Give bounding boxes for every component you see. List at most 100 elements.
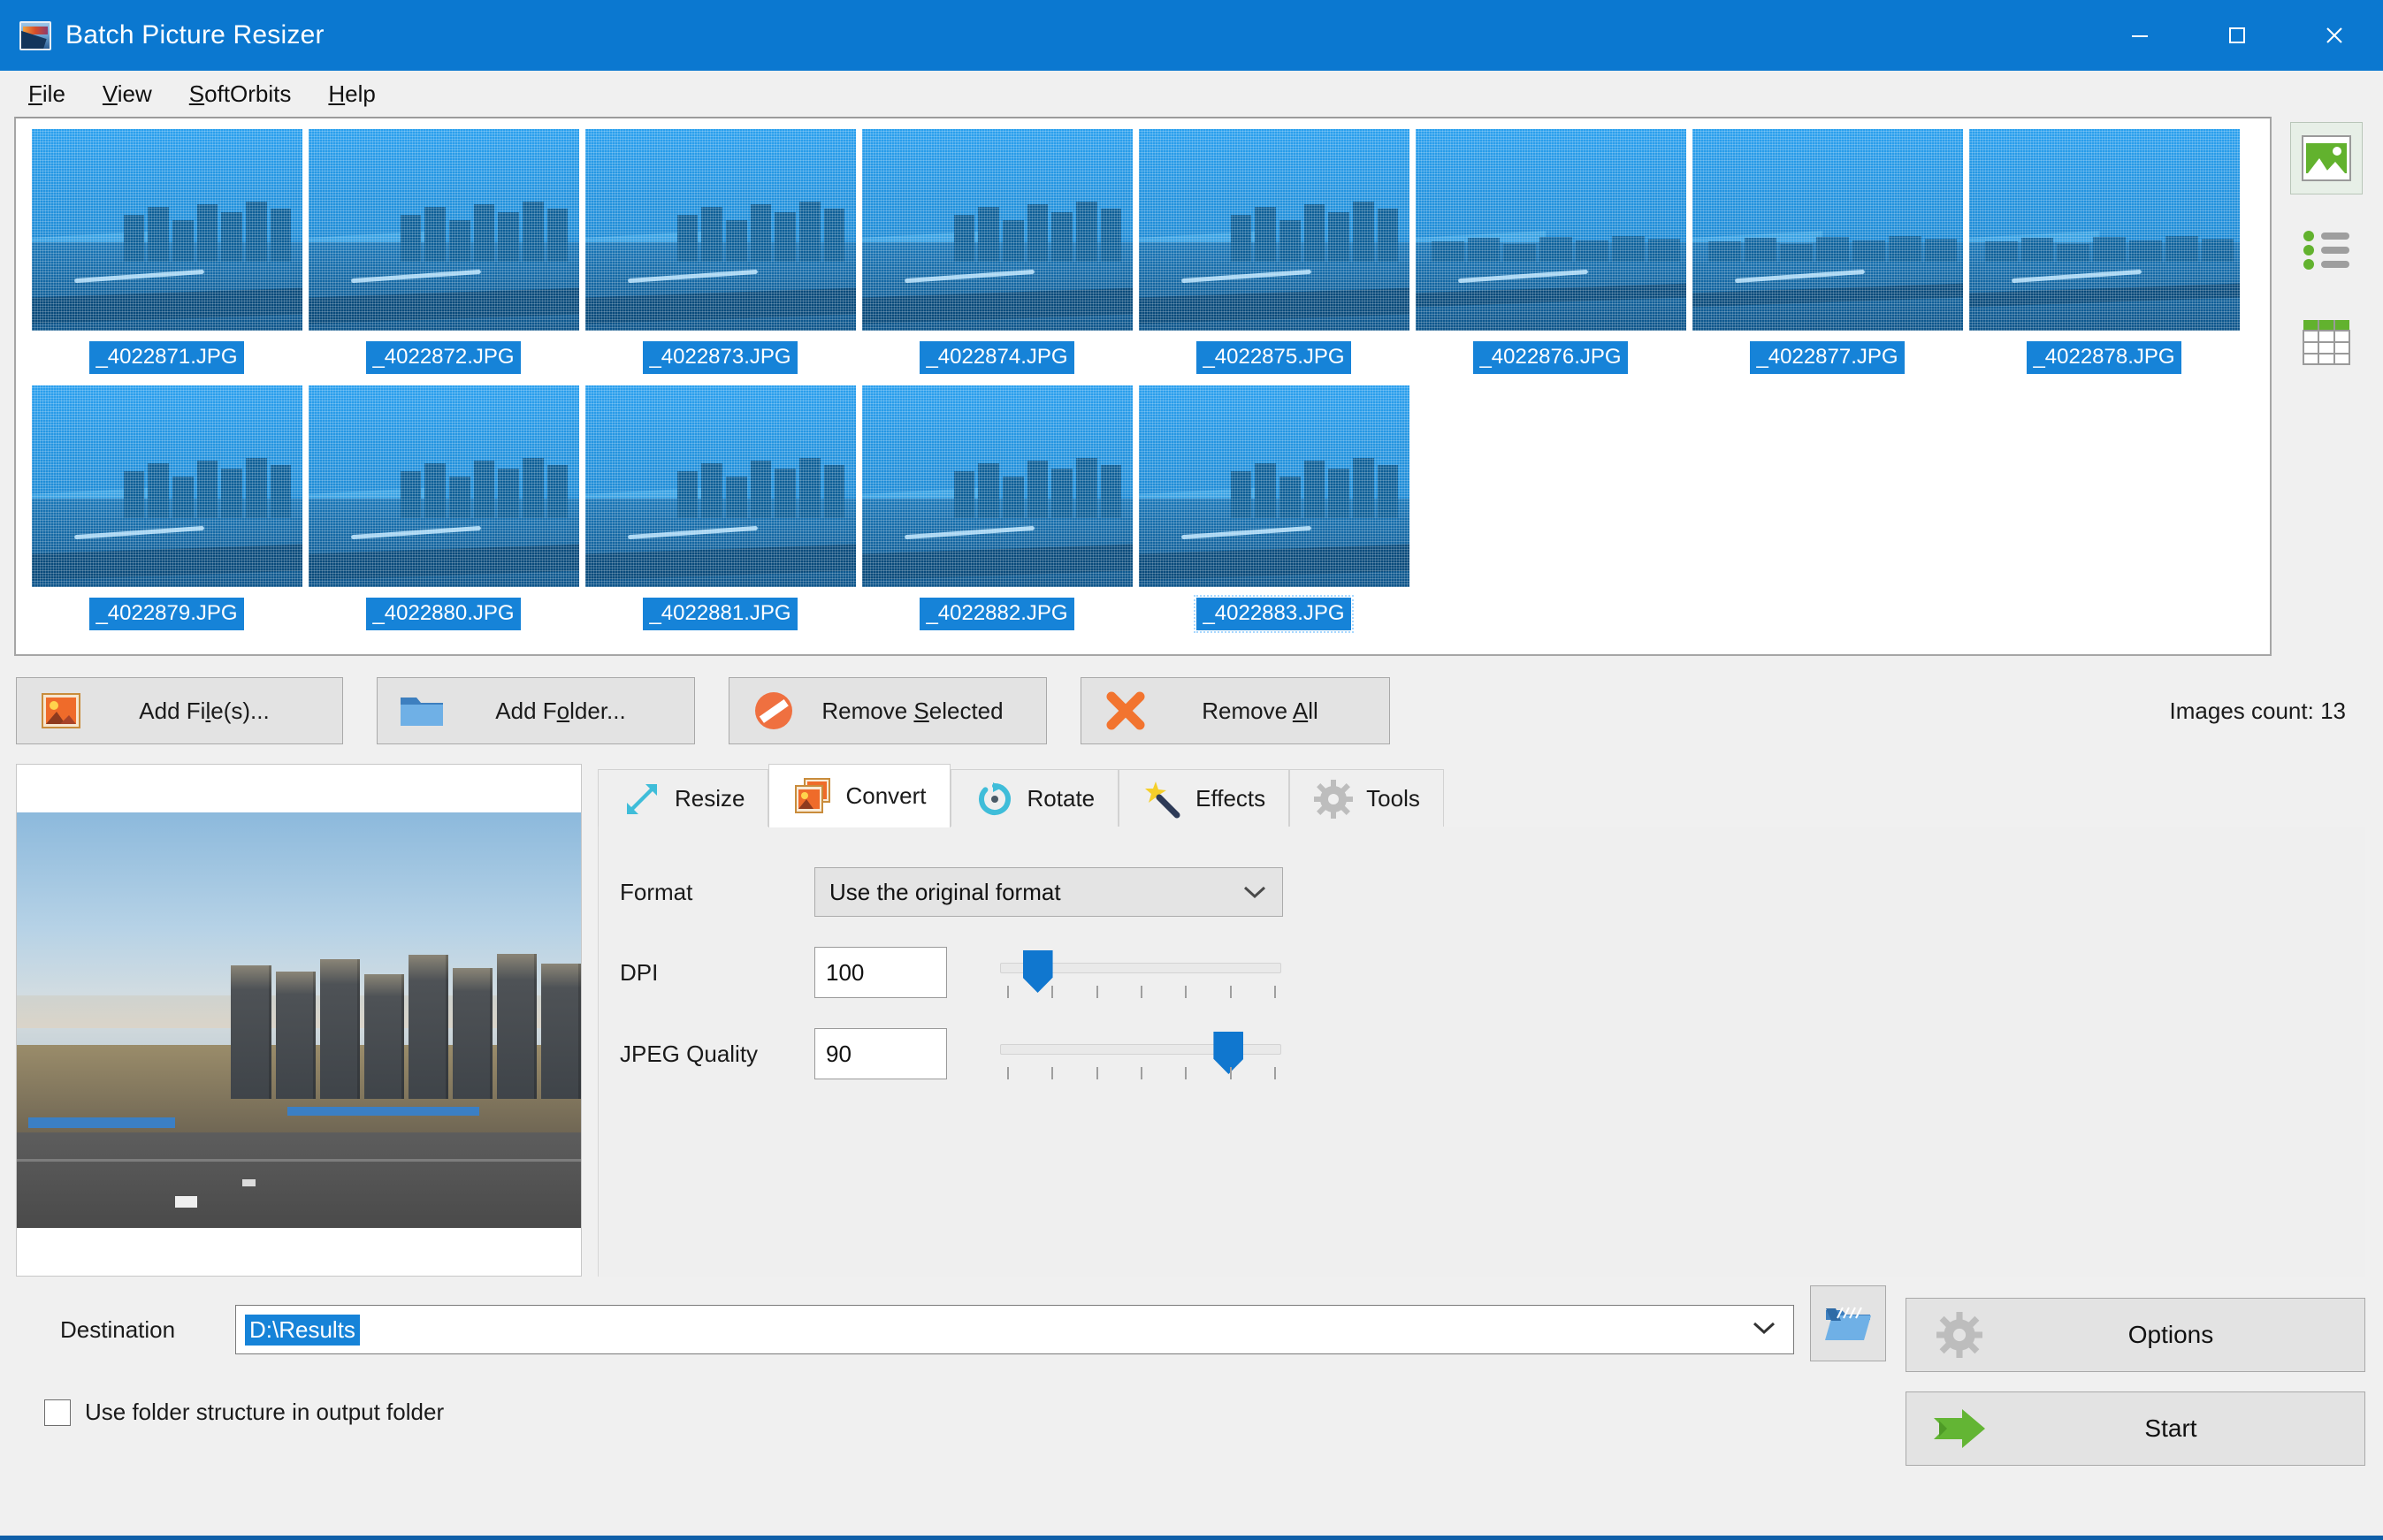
chevron-down-icon[interactable] [1751,1320,1784,1340]
thumbnail-image[interactable] [584,385,856,587]
tab-rotate[interactable]: Rotate [950,769,1119,827]
gear-icon [1313,779,1354,820]
bottom-bar: Destination D:\Results Use folder struct… [0,1277,2383,1466]
tab-effects[interactable]: Effects [1119,769,1290,827]
options-button[interactable]: Options [1906,1298,2365,1372]
format-row: Format Use the original format [620,867,2365,917]
thumbnail-image[interactable] [861,129,1133,331]
rotate-circle-icon [974,779,1015,820]
browse-folder-button[interactable] [1810,1285,1886,1361]
thumbnail-filename: _4022882.JPG [920,598,1074,630]
thumbnail-item[interactable]: _4022882.JPG [859,384,1135,640]
thumbnail-item[interactable]: _4022871.JPG [28,127,305,384]
format-value: Use the original format [829,878,1061,905]
thumbnail-item[interactable]: _4022883.JPG [1135,384,1412,640]
destination-value: D:\Results [245,1314,360,1346]
thumbnail-grid: _4022871.JPG _4022872.JPG _4022873.JPG _402… [28,127,2270,640]
tab-strip: Resize Convert Rotate Effects Tools [598,764,2365,827]
thumbnail-item[interactable]: _4022881.JPG [582,384,859,640]
thumbnail-item[interactable]: _4022877.JPG [1689,127,1966,384]
thumbnail-item[interactable]: _4022876.JPG [1412,127,1689,384]
thumbnail-filename: _4022872.JPG [366,341,521,374]
dpi-label: DPI [620,958,659,986]
menu-item-file[interactable]: File [12,75,81,113]
thumbnail-image[interactable] [308,385,579,587]
thumbnail-image[interactable] [31,129,302,331]
folder-icon [397,692,447,729]
close-icon[interactable] [2286,0,2383,71]
tab-tools[interactable]: Tools [1289,769,1444,827]
file-actions-row: Add File(s)... Add Folder... Remove Sele… [0,656,2383,744]
thumbnail-item[interactable]: _4022874.JPG [859,127,1135,384]
list-view-icon[interactable] [2290,214,2363,286]
window-body: _4022871.JPG _4022872.JPG _4022873.JPG _402… [0,117,2383,1536]
jpeg-quality-input[interactable]: 90 [814,1028,947,1079]
thumbnail-image[interactable] [308,129,579,331]
remove-selected-button[interactable]: Remove Selected [729,677,1047,744]
open-folder-icon [1825,1307,1871,1340]
tab-tools-label: Tools [1366,785,1420,812]
menu-item-view[interactable]: View [87,75,168,113]
remove-all-label: Remove All [1202,697,1318,724]
thumbnail-image[interactable] [1692,129,1963,331]
jpeg-quality-slider[interactable] [1000,1028,1281,1079]
jpeg-quality-value: 90 [826,1040,852,1067]
file-list-panel[interactable]: _4022871.JPG _4022872.JPG _4022873.JPG _402… [14,117,2272,656]
jpeg-slider-ticks [1000,1067,1281,1079]
folder-structure-row[interactable]: Use folder structure in output folder [16,1361,1886,1426]
thumbnail-item[interactable]: _4022873.JPG [582,127,859,384]
thumbnail-filename: _4022880.JPG [366,598,521,630]
tab-rotate-label: Rotate [1027,785,1096,812]
remove-all-button[interactable]: Remove All [1081,677,1390,744]
dpi-slider-ticks [1000,986,1281,998]
thumbnail-image[interactable] [31,385,302,587]
menu-item-help[interactable]: Help [312,75,391,113]
menu-item-softorbits[interactable]: SoftOrbits [173,75,308,113]
thumbnail-item[interactable]: _4022879.JPG [28,384,305,640]
thumbnail-item[interactable]: _4022872.JPG [305,127,582,384]
picture-icon [36,692,86,729]
bottom-left-group: Destination D:\Results Use folder struct… [16,1285,1886,1426]
thumbnail-image[interactable] [1968,129,2240,331]
add-folder-button[interactable]: Add Folder... [377,677,695,744]
format-label: Format [620,878,693,905]
tab-effects-label: Effects [1195,785,1266,812]
dpi-row: DPI 100 [620,947,2365,998]
folder-structure-checkbox[interactable] [44,1399,71,1426]
minimize-icon[interactable] [2091,0,2188,71]
tab-convert[interactable]: Convert [768,764,951,827]
jpeg-quality-row: JPEG Quality 90 [620,1028,2365,1079]
tab-resize[interactable]: Resize [598,769,769,827]
destination-combo[interactable]: D:\Results [235,1305,1794,1354]
thumbnail-filename: _4022881.JPG [643,598,798,630]
thumbnail-image[interactable] [861,385,1133,587]
window-controls [2091,0,2383,71]
menu-bar: File View SoftOrbits Help [0,71,2383,117]
thumbnail-filename: _4022876.JPG [1473,341,1628,374]
jpeg-quality-label: JPEG Quality [620,1040,759,1067]
destination-row: Destination D:\Results [16,1285,1886,1361]
thumbnail-item[interactable]: _4022880.JPG [305,384,582,640]
thumbnail-filename: _4022883.JPG [1194,595,1354,633]
start-button[interactable]: Start [1906,1391,2365,1466]
maximize-icon[interactable] [2188,0,2286,71]
thumbnail-image[interactable] [1138,129,1409,331]
window-title: Batch Picture Resizer [65,20,325,50]
thumbnail-item[interactable]: _4022878.JPG [1966,127,2242,384]
thumbnail-filename: _4022875.JPG [1196,341,1351,374]
add-files-button[interactable]: Add File(s)... [16,677,343,744]
resize-arrows-icon [622,779,662,820]
thumbnail-image[interactable] [1415,129,1686,331]
thumbnail-image[interactable] [1138,385,1409,587]
dpi-input[interactable]: 100 [814,947,947,998]
cross-icon [1101,690,1150,732]
thumbnail-item[interactable]: _4022875.JPG [1135,127,1412,384]
thumbnail-image[interactable] [584,129,856,331]
add-folder-label: Add Folder... [495,697,626,724]
thumbnail-view-icon[interactable] [2290,122,2363,194]
format-select[interactable]: Use the original format [814,867,1283,917]
magic-wand-icon [1142,779,1183,820]
details-view-icon[interactable] [2290,306,2363,378]
dpi-slider[interactable] [1000,947,1281,998]
convert-tab-content: Format Use the original format DPI 100 J… [598,827,2365,1277]
